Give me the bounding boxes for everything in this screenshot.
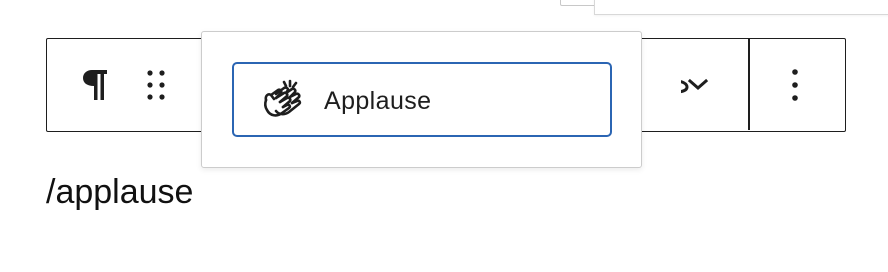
toolbar-divider xyxy=(748,39,750,130)
top-panel-edge xyxy=(594,0,888,15)
drag-handle-icon xyxy=(147,69,165,100)
autocomplete-popover: Applause xyxy=(201,31,642,168)
paragraph-icon xyxy=(83,69,107,100)
block-type-button[interactable] xyxy=(69,39,121,130)
block-options-button[interactable] xyxy=(771,39,819,130)
autocomplete-option-label: Applause xyxy=(324,87,432,115)
drag-handle-button[interactable] xyxy=(131,39,181,130)
applause-hands-icon xyxy=(264,79,302,117)
editor-canvas: Applause /applause xyxy=(0,0,888,272)
autocomplete-option-applause[interactable]: Applause xyxy=(232,62,612,137)
more-options-dropdown-button[interactable] xyxy=(675,39,721,130)
more-vertical-icon xyxy=(792,68,798,101)
chevron-down-icon xyxy=(687,78,709,90)
paragraph-block-text[interactable]: /applause xyxy=(46,172,193,212)
